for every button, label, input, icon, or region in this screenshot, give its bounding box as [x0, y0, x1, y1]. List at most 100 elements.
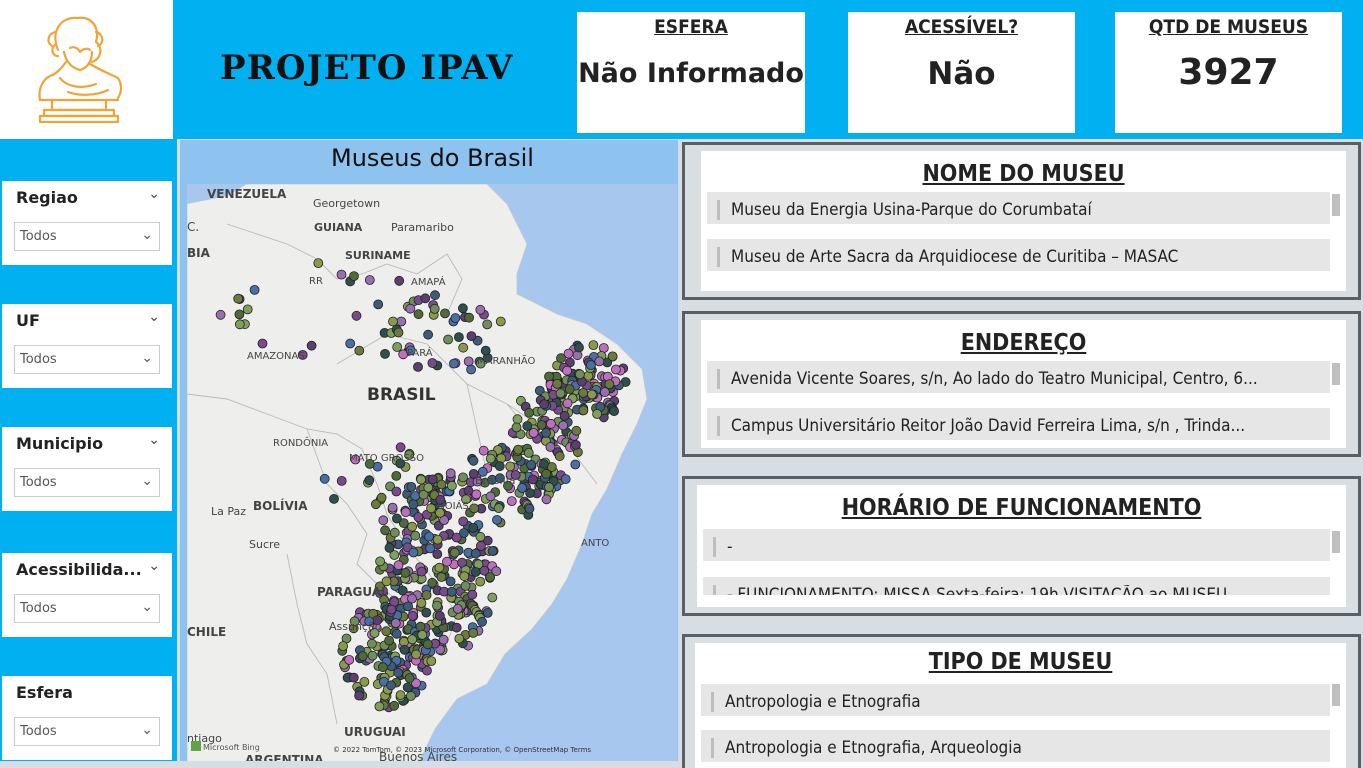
museum-marker[interactable]: [574, 342, 584, 353]
museum-marker[interactable]: [467, 589, 478, 600]
museum-marker[interactable]: [482, 319, 493, 330]
museum-marker[interactable]: [496, 453, 507, 464]
museum-marker[interactable]: [560, 474, 571, 485]
museum-marker[interactable]: [377, 662, 388, 673]
museum-marker[interactable]: [406, 481, 417, 492]
museum-marker[interactable]: [400, 507, 411, 518]
museum-marker[interactable]: [359, 676, 370, 687]
museum-marker[interactable]: [494, 461, 505, 472]
museum-marker[interactable]: [517, 483, 528, 493]
museum-marker[interactable]: [384, 542, 395, 553]
museum-marker[interactable]: [475, 576, 486, 587]
museum-marker[interactable]: [376, 492, 387, 503]
museum-marker[interactable]: [400, 567, 411, 578]
museum-marker[interactable]: [434, 610, 445, 621]
museum-marker[interactable]: [405, 303, 416, 314]
museum-marker[interactable]: [525, 488, 536, 499]
museum-marker[interactable]: [475, 304, 486, 315]
museum-marker[interactable]: [466, 331, 477, 342]
museum-marker[interactable]: [427, 474, 438, 485]
museum-marker[interactable]: [440, 308, 450, 319]
collapse-chevron-icon[interactable]: ⌄: [148, 186, 160, 202]
museum-marker[interactable]: [541, 494, 552, 505]
museum-marker[interactable]: [367, 650, 378, 661]
museum-marker[interactable]: [578, 387, 589, 398]
museum-marker[interactable]: [545, 442, 556, 452]
museum-marker[interactable]: [391, 470, 402, 481]
museum-marker[interactable]: [395, 442, 406, 453]
museum-marker[interactable]: [380, 525, 391, 536]
museum-marker[interactable]: [446, 480, 457, 491]
museum-marker[interactable]: [373, 299, 384, 310]
museum-marker[interactable]: [452, 603, 463, 614]
museum-marker[interactable]: [375, 556, 386, 567]
museum-marker[interactable]: [564, 384, 575, 395]
museum-marker[interactable]: [482, 607, 493, 618]
museum-marker[interactable]: [432, 534, 443, 545]
museum-marker[interactable]: [423, 482, 434, 493]
museum-marker[interactable]: [366, 638, 377, 649]
museum-marker[interactable]: [374, 701, 385, 712]
museum-marker[interactable]: [512, 414, 523, 425]
museum-marker[interactable]: [411, 649, 422, 660]
museum-marker[interactable]: [463, 356, 474, 367]
museum-marker[interactable]: [556, 353, 566, 364]
museum-marker[interactable]: [410, 491, 421, 501]
museum-marker[interactable]: [344, 654, 355, 665]
museum-marker[interactable]: [464, 312, 475, 323]
museum-marker[interactable]: [513, 444, 524, 455]
scrollbar-thumb[interactable]: [1332, 194, 1340, 216]
museum-marker[interactable]: [554, 451, 565, 462]
museum-marker[interactable]: [475, 540, 486, 551]
museum-marker[interactable]: [592, 409, 603, 419]
museum-marker[interactable]: [407, 610, 418, 621]
museum-marker[interactable]: [434, 562, 445, 573]
map-attribution[interactable]: © 2022 TomTom, © 2023 Microsoft Corporat…: [333, 746, 591, 754]
museum-marker[interactable]: [588, 340, 599, 351]
museum-marker[interactable]: [357, 651, 368, 662]
museum-marker[interactable]: [511, 422, 522, 433]
museum-marker[interactable]: [448, 358, 459, 369]
museum-marker[interactable]: [559, 410, 570, 421]
museum-marker[interactable]: [391, 486, 402, 497]
museum-marker[interactable]: [349, 271, 359, 281]
museum-marker[interactable]: [487, 546, 498, 557]
museum-marker[interactable]: [544, 482, 555, 493]
museum-marker[interactable]: [233, 293, 244, 304]
museum-marker[interactable]: [249, 285, 260, 295]
museum-marker[interactable]: [436, 572, 447, 582]
museum-marker[interactable]: [459, 571, 470, 582]
museum-marker[interactable]: [402, 682, 413, 693]
museum-marker[interactable]: [425, 543, 436, 554]
museum-marker[interactable]: [390, 618, 401, 629]
museum-marker[interactable]: [430, 290, 440, 301]
list-item[interactable]: Antropologia e Etnografia, Arqueologia: [701, 730, 1330, 762]
museum-marker[interactable]: [555, 388, 566, 399]
museum-marker[interactable]: [470, 548, 481, 559]
museum-marker[interactable]: [424, 531, 435, 542]
museum-marker[interactable]: [407, 521, 418, 532]
museum-marker[interactable]: [526, 459, 537, 470]
museum-marker[interactable]: [413, 361, 423, 372]
museum-marker[interactable]: [426, 503, 437, 514]
museum-marker[interactable]: [457, 557, 467, 568]
museum-marker[interactable]: [541, 468, 552, 479]
museum-marker[interactable]: [586, 389, 597, 400]
museum-marker[interactable]: [458, 516, 469, 527]
collapse-chevron-icon[interactable]: ⌄: [148, 558, 160, 574]
museum-marker[interactable]: [257, 338, 268, 349]
museum-marker[interactable]: [392, 342, 403, 352]
museum-marker[interactable]: [438, 634, 449, 645]
museum-marker[interactable]: [427, 577, 438, 588]
museum-marker[interactable]: [536, 420, 547, 430]
scrollbar-thumb[interactable]: [1332, 363, 1340, 385]
museum-marker[interactable]: [407, 634, 418, 645]
museum-marker[interactable]: [436, 479, 447, 490]
museum-marker[interactable]: [329, 493, 339, 504]
museum-marker[interactable]: [396, 316, 407, 327]
museum-marker[interactable]: [545, 418, 556, 429]
museum-marker[interactable]: [234, 309, 245, 320]
museum-marker[interactable]: [506, 496, 517, 507]
museum-marker[interactable]: [422, 639, 433, 650]
museum-marker[interactable]: [413, 512, 424, 523]
